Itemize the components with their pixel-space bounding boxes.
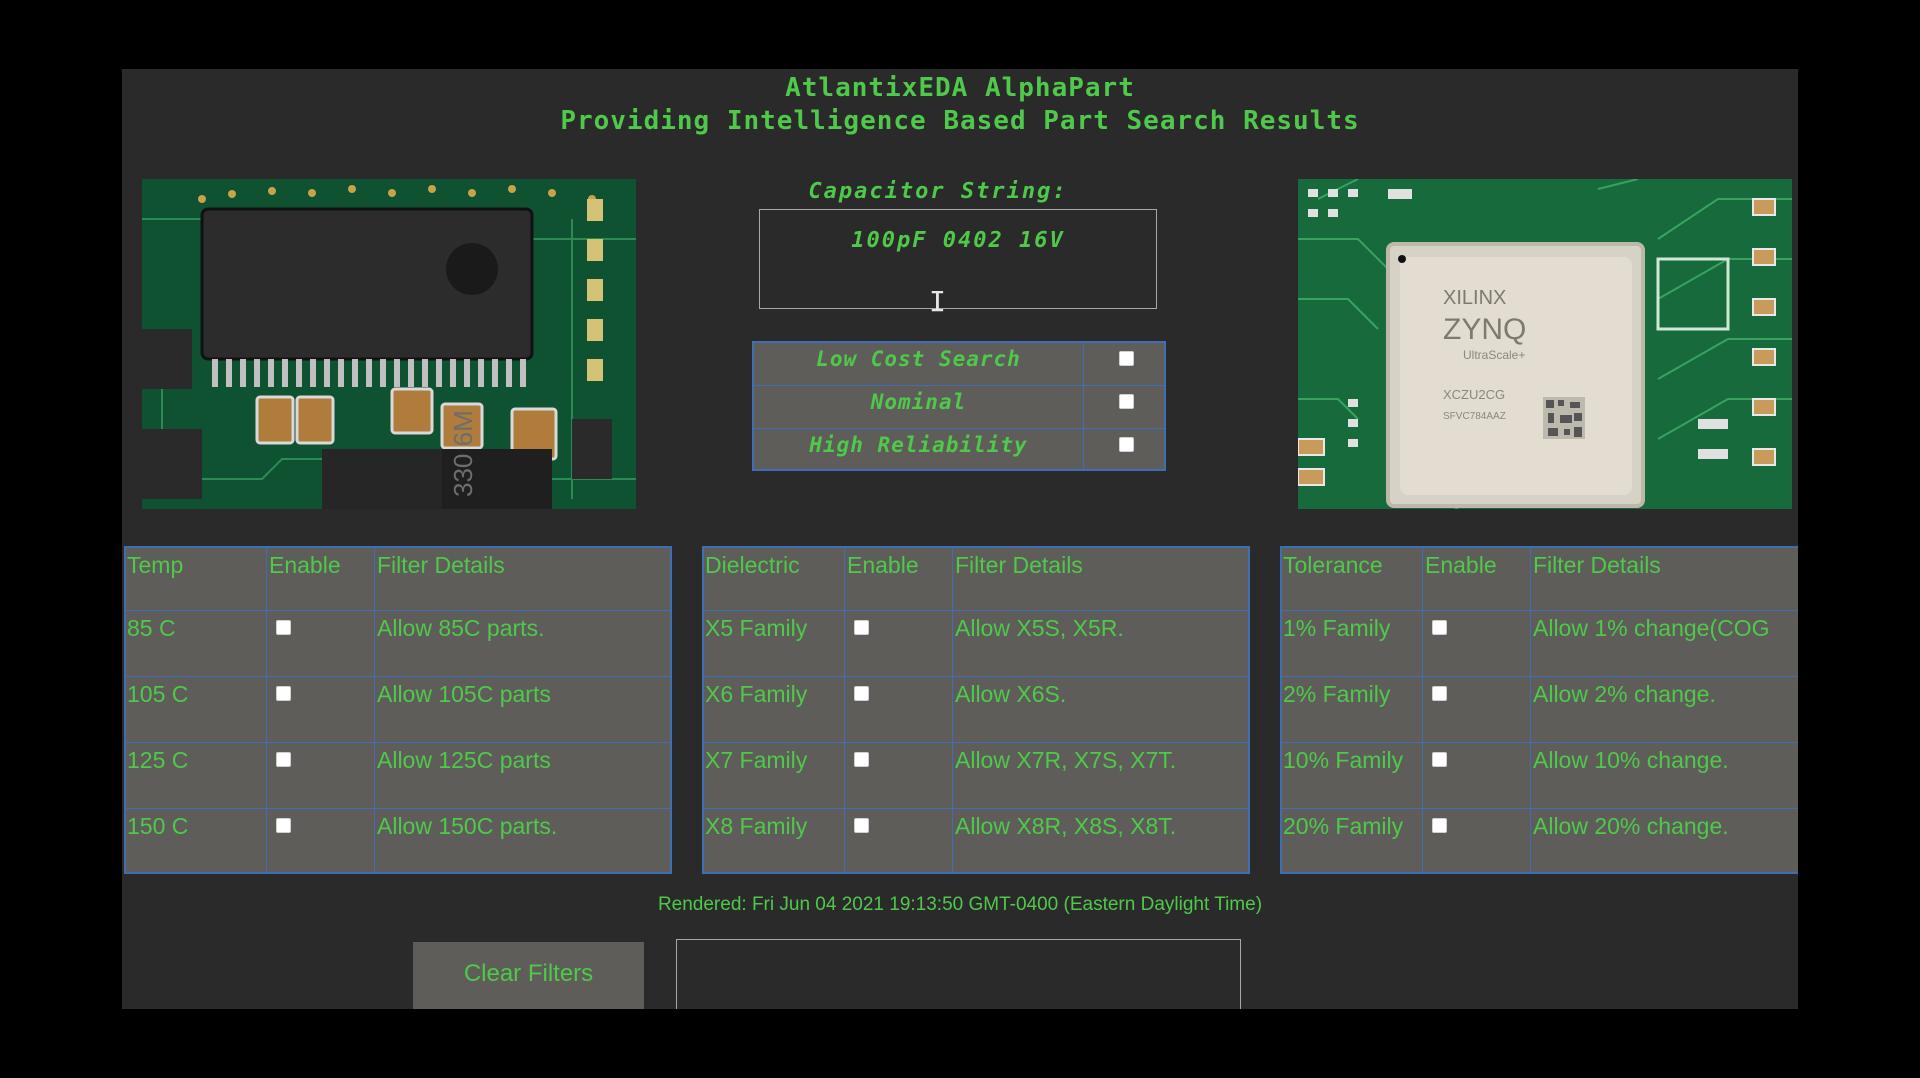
nominal-checkbox[interactable] (1119, 394, 1134, 409)
table-row-label: 85 C (127, 615, 176, 641)
table-row-detail: Allow X8R, X8S, X8T. (955, 813, 1177, 839)
dielectric-filter-table: Dielectric Enable Filter Details X5 Fami… (702, 546, 1250, 874)
table-row-detail: Allow 150C parts. (377, 813, 558, 839)
x7-family-checkbox[interactable] (854, 752, 869, 767)
table-row-label: 1% Family (1283, 615, 1391, 641)
temp-enable-header: Enable (269, 552, 341, 578)
tolerance-enable-header: Enable (1425, 552, 1497, 578)
dielectric-header: Dielectric (705, 552, 800, 578)
x8-family-checkbox[interactable] (854, 818, 869, 833)
capacitor-string-label: Capacitor String: (808, 179, 1068, 204)
mode-label-high-reliability: High Reliability (754, 429, 1084, 471)
text-cursor-icon: I (929, 285, 946, 318)
pcb-left-graphic: 330 6M (142, 179, 636, 509)
table-row-label: 105 C (127, 681, 189, 707)
temp-85c-checkbox[interactable] (276, 620, 291, 635)
table-row-detail: Allow X5S, X5R. (955, 615, 1124, 641)
tolerance-10pct-checkbox[interactable] (1432, 752, 1447, 767)
tolerance-20pct-checkbox[interactable] (1432, 818, 1447, 833)
capacitor-string-input[interactable]: 100pF 0402 16V (759, 209, 1157, 309)
clear-filters-button[interactable]: Clear Filters (413, 942, 644, 1009)
table-row-label: 125 C (127, 747, 189, 773)
temp-105c-checkbox[interactable] (276, 686, 291, 701)
temp-header: Temp (127, 552, 184, 578)
pcb-image-left: 330 6M (142, 179, 636, 509)
temp-filter-table: Temp Enable Filter Details 85 C Allow 85… (124, 546, 672, 874)
tolerance-details-header: Filter Details (1533, 552, 1661, 578)
tolerance-2pct-checkbox[interactable] (1432, 686, 1447, 701)
chip-product: ZYNQ (1443, 313, 1526, 346)
pcb-image-right: XILINX ZYNQ UltraScale+ XCZU2CG SFVC784A… (1298, 179, 1792, 509)
x6-family-checkbox[interactable] (854, 686, 869, 701)
mode-row-nominal: Nominal (754, 386, 1164, 429)
chip-brand: XILINX (1443, 287, 1506, 309)
table-row-label: 150 C (127, 813, 189, 839)
table-row-detail: Allow 105C parts (377, 681, 551, 707)
high-reliability-checkbox[interactable] (1119, 437, 1134, 452)
temp-125c-checkbox[interactable] (276, 752, 291, 767)
table-row-detail: Allow X7R, X7S, X7T. (955, 747, 1177, 773)
tolerance-header: Tolerance (1283, 552, 1383, 578)
dielectric-details-header: Filter Details (955, 552, 1083, 578)
mode-label-low-cost: Low Cost Search (754, 343, 1084, 385)
temp-150c-checkbox[interactable] (276, 818, 291, 833)
chip-series: UltraScale+ (1463, 348, 1525, 362)
table-row-label: X5 Family (705, 615, 808, 641)
app-title: AtlantixEDA AlphaPart (785, 73, 1135, 103)
tolerance-filter-table: Tolerance Enable Filter Details 1% Famil… (1280, 546, 1798, 874)
temp-details-header: Filter Details (377, 552, 505, 578)
table-row-detail: Allow 85C parts. (377, 615, 545, 641)
table-row-label: X6 Family (705, 681, 808, 707)
dielectric-enable-header: Enable (847, 552, 919, 578)
table-row-label: 2% Family (1283, 681, 1391, 707)
app-window: AtlantixEDA AlphaPart Providing Intellig… (122, 69, 1798, 1009)
table-row-label: X8 Family (705, 813, 808, 839)
results-box (676, 939, 1241, 1009)
app-subtitle: Providing Intelligence Based Part Search… (560, 106, 1360, 136)
table-row-detail: Allow 2% change. (1533, 681, 1716, 707)
low-cost-checkbox[interactable] (1119, 351, 1134, 366)
table-row-detail: Allow 1% change(COG (1533, 615, 1770, 641)
rendered-timestamp: Rendered: Fri Jun 04 2021 19:13:50 GMT-0… (657, 894, 1263, 915)
table-row-detail: Allow 125C parts (377, 747, 551, 773)
table-row-label: 20% Family (1283, 813, 1404, 839)
board-marking: 330 6M (448, 410, 478, 497)
table-row-label: 10% Family (1283, 747, 1404, 773)
chip-package: SFVC784AAZ (1443, 411, 1506, 422)
chip-part: XCZU2CG (1443, 387, 1505, 402)
x5-family-checkbox[interactable] (854, 620, 869, 635)
table-row-detail: Allow 20% change. (1533, 813, 1729, 839)
table-row-detail: Allow 10% change. (1533, 747, 1729, 773)
mode-label-nominal: Nominal (754, 386, 1084, 428)
table-row-label: X7 Family (705, 747, 808, 773)
search-mode-table: Low Cost Search Nominal High Reliability (752, 341, 1166, 471)
pcb-right-graphic: XILINX ZYNQ UltraScale+ XCZU2CG SFVC784A… (1298, 179, 1792, 509)
table-row-detail: Allow X6S. (955, 681, 1067, 707)
mode-row-high-reliability: High Reliability (754, 429, 1164, 471)
mode-row-low-cost: Low Cost Search (754, 343, 1164, 386)
tolerance-1pct-checkbox[interactable] (1432, 620, 1447, 635)
